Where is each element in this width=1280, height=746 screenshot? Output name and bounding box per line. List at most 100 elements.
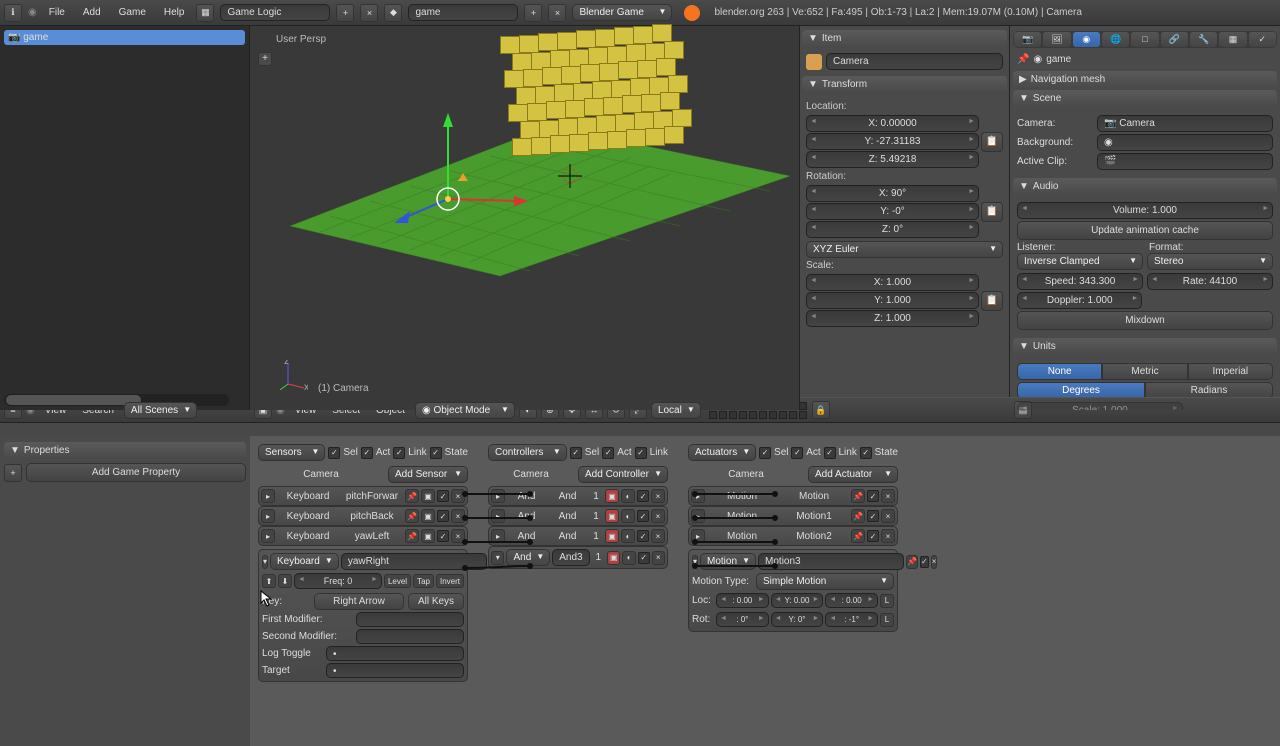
toolshelf-toggle[interactable]: + [258,52,272,66]
units-metric[interactable]: Metric [1102,363,1187,380]
engine-dropdown[interactable]: Blender Game [572,4,672,21]
controller-brick[interactable]: ▸AndAnd1▣◐× [488,526,668,546]
actuator-name[interactable] [758,553,904,570]
first-mod-field[interactable] [356,612,464,627]
tap-button[interactable]: Tap [413,574,434,588]
scene-panel-header[interactable]: ▼ Scene [1013,90,1277,107]
units-panel-header[interactable]: ▼ Units [1013,338,1277,355]
state-icon[interactable]: ▣ [607,551,620,565]
motion-type[interactable]: Simple Motion [756,573,894,590]
loc-y[interactable]: Y: -27.31183 [806,133,979,150]
properties-header[interactable]: ▼ Properties [4,442,246,459]
loc-z[interactable]: Z: 5.49218 [806,151,979,168]
layout-name[interactable]: Game Logic [220,4,330,21]
expand-icon[interactable]: ▾ [491,551,504,565]
menu-help[interactable]: Help [158,5,191,20]
world-tab[interactable]: 🌐 [1102,32,1129,47]
loc-x[interactable]: : 0.00 [716,593,769,608]
doppler[interactable]: Doppler: 1.000 [1017,292,1142,309]
mode-dropdown[interactable]: ◉ Object Mode [415,402,515,419]
actuator-type[interactable]: Motion [700,553,756,570]
pin-icon[interactable]: 📌 [405,529,419,543]
rot-x[interactable]: : 0° [716,612,769,627]
logic-bricks-area[interactable]: Sensors Sel Act Link State CameraAdd Sen… [250,436,1280,746]
lock-icon[interactable]: 🔒 [812,401,830,419]
mixdown-button[interactable]: Mixdown [1017,311,1273,330]
close-icon[interactable]: × [881,509,895,523]
modifier-tab[interactable]: 🔧 [1190,32,1217,47]
format-dropdown[interactable]: Stereo [1147,253,1273,270]
state-icon[interactable]: ▣ [605,489,619,503]
pulse-true-icon[interactable]: ⬆ [262,574,276,588]
close-icon[interactable]: × [651,489,665,503]
menu-game[interactable]: Game [113,5,152,20]
del-scene-icon[interactable]: × [548,4,566,22]
close-icon[interactable]: × [881,489,895,503]
physics-tab[interactable]: ✓ [1249,32,1276,47]
volume[interactable]: Volume: 1.000 [1017,202,1273,219]
display-mode[interactable]: All Scenes [124,402,197,419]
sensor-brick[interactable]: ▸KeyboardpitchBack📌▣× [258,506,468,526]
actuator-brick[interactable]: ▸MotionMotion1📌× [688,506,898,526]
expand-icon[interactable]: ▸ [491,509,505,523]
sensor-brick[interactable]: ▸KeyboardpitchForwar📌▣× [258,486,468,506]
constraint-tab[interactable]: 🔗 [1161,32,1188,47]
controllers-dropdown[interactable]: Controllers [488,444,567,461]
audio-panel-header[interactable]: ▼ Audio [1013,178,1277,195]
pin-icon[interactable]: 📌 [906,555,918,569]
copy-rot-icon[interactable]: 📋 [981,202,1003,222]
rate[interactable]: Rate: 44100 [1147,273,1273,290]
target-field[interactable]: • [326,663,464,678]
expand-icon[interactable]: ▸ [261,529,275,543]
expand-icon[interactable]: ▸ [261,509,275,523]
state-check[interactable] [430,447,442,459]
pin-icon[interactable]: 📌 [1017,54,1029,65]
transform-panel-header[interactable]: ▼ Transform [802,76,1007,93]
pin-icon[interactable]: 📌 [851,489,865,503]
scale-z[interactable]: Z: 1.000 [806,310,979,327]
close-icon[interactable]: × [931,555,938,569]
local-button[interactable]: L [880,613,894,627]
units-none[interactable]: None [1017,363,1102,380]
outliner-item[interactable]: 📷 game [4,30,245,45]
data-tab[interactable]: ▦ [1219,32,1246,47]
sensor-brick[interactable]: ▸KeyboardyawLeft📌▣× [258,526,468,546]
loc-z[interactable]: : 0.00 [825,593,878,608]
expand-icon[interactable]: ▸ [691,509,705,523]
close-icon[interactable]: × [651,509,665,523]
controller-brick[interactable]: ▾AndAnd31▣◐× [488,546,668,569]
render-tab[interactable]: 📷 [1014,32,1041,47]
pin-icon[interactable]: 📌 [405,489,419,503]
transform-gizmo[interactable] [380,81,540,241]
level-button[interactable]: Level [384,574,411,588]
freq[interactable]: Freq: 0 [294,573,382,589]
link-check[interactable] [393,447,405,459]
close-icon[interactable]: × [651,529,665,543]
actuator-brick[interactable]: ▸MotionMotion📌× [688,486,898,506]
pin-icon[interactable]: 📌 [851,529,865,543]
rot-x[interactable]: X: 90° [806,185,979,202]
expand-icon[interactable]: ▸ [491,489,505,503]
scene-clip[interactable]: 🎬 [1097,153,1273,170]
state-icon[interactable]: ▣ [605,529,619,543]
scale-y[interactable]: Y: 1.000 [806,292,979,309]
scene-icon[interactable]: ◆ [384,4,402,22]
log-field[interactable]: • [326,646,464,661]
pulse-false-icon[interactable]: ⬇ [278,574,292,588]
object-tab[interactable]: □ [1131,32,1158,47]
sensor-type[interactable]: Keyboard [270,553,339,570]
object-name-field[interactable] [826,53,1003,70]
expand-icon[interactable]: ▸ [491,529,505,543]
actuators-dropdown[interactable]: Actuators [688,444,756,461]
collapse-icon[interactable]: ▾ [692,555,698,569]
scale-x[interactable]: X: 1.000 [806,274,979,291]
close-icon[interactable]: × [451,529,465,543]
actuator-brick[interactable]: ▸MotionMotion2📌× [688,526,898,546]
close-icon[interactable]: × [881,529,895,543]
nav-mesh-header[interactable]: ▶ Navigation mesh [1013,71,1277,88]
rot-y[interactable]: Y: 0° [771,612,824,627]
rot-z[interactable]: Z: 0° [806,221,979,238]
scene-bg[interactable]: ◉ [1097,134,1273,151]
expand-icon[interactable]: ▸ [261,489,275,503]
add-actuator[interactable]: Add Actuator [808,466,898,483]
